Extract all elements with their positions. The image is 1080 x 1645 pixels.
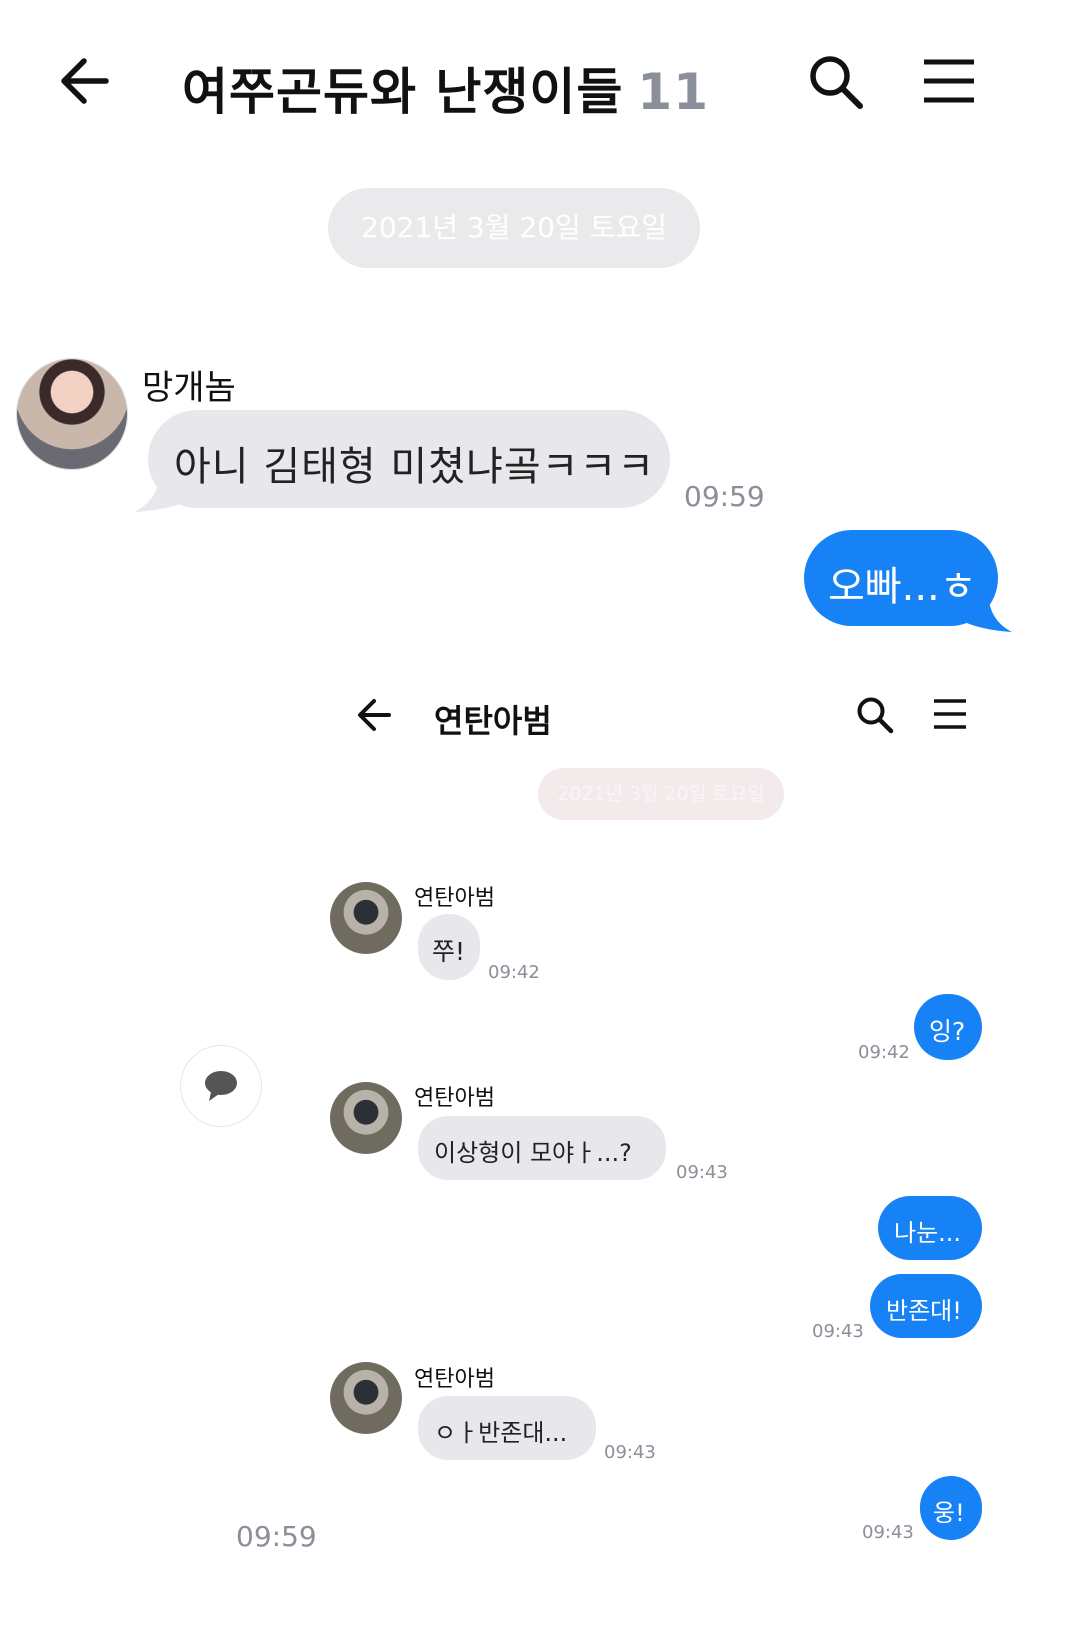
message-text: 아니 김태형 미쳤냐곸ㅋㅋㅋ xyxy=(174,444,656,490)
avatar xyxy=(330,1082,402,1154)
message-text: 반존대! xyxy=(886,1297,962,1325)
message-bubble: 이상형이 모야ㅏ...? xyxy=(418,1116,666,1180)
message-bubble[interactable]: 아니 김태형 미쳤냐곸ㅋㅋㅋ xyxy=(148,410,670,508)
sender-name: 연탄아범 xyxy=(414,1086,495,1111)
message-bubble: 반존대! xyxy=(870,1274,982,1338)
date-divider: 2021년 3월 20일 토요일 xyxy=(328,188,700,268)
message-text: 잉? xyxy=(929,1017,966,1046)
embedded-menu-icon xyxy=(932,698,968,730)
avatar xyxy=(330,1362,402,1434)
embedded-back-arrow-icon xyxy=(356,698,392,732)
search-icon[interactable] xyxy=(808,54,864,110)
message-bubble: 잉? xyxy=(914,994,982,1060)
message-bubble: ㅇㅏ반존대... xyxy=(418,1396,596,1460)
message-text: 나눈... xyxy=(894,1219,962,1247)
sender-name: 연탄아범 xyxy=(414,886,495,911)
avatar[interactable] xyxy=(16,358,128,470)
embedded-search-icon xyxy=(856,696,894,734)
message-bubble: 쭈! xyxy=(418,914,480,980)
message-time: 09:42 xyxy=(858,1042,910,1063)
message-bubble: 나눈... xyxy=(878,1196,982,1260)
message-time: 09:59 xyxy=(684,480,765,513)
sender-name: 망개놈 xyxy=(142,368,236,408)
embedded-date-divider: 2021년 3월 20일 토요일 xyxy=(538,768,784,820)
back-arrow-icon[interactable] xyxy=(58,56,110,106)
message-time: 09:43 xyxy=(604,1442,656,1463)
chat-name: 여쭈곤듀와 난쟁이들 xyxy=(182,63,624,121)
message-time: 09:43 xyxy=(676,1162,728,1183)
message-text: 이상형이 모야ㅏ...? xyxy=(434,1139,632,1167)
message-time: 09:59 xyxy=(236,1520,317,1553)
embedded-chat-title: 연탄아범 xyxy=(434,702,552,740)
message-text: 웅! xyxy=(933,1499,965,1527)
floating-chat-button[interactable] xyxy=(180,1045,262,1127)
chat-bubble-icon xyxy=(203,1068,239,1104)
message-text: 오빠...ㅎ xyxy=(828,564,977,610)
message-time: 09:43 xyxy=(812,1321,864,1342)
chat-title: 여쭈곤듀와 난쟁이들 11 xyxy=(182,52,709,124)
menu-icon[interactable] xyxy=(922,58,976,104)
message-text: ㅇㅏ반존대... xyxy=(434,1419,568,1447)
message-text: 쭈! xyxy=(432,937,466,966)
message-bubble[interactable]: 오빠...ㅎ xyxy=(804,530,998,626)
member-count: 11 xyxy=(637,63,710,121)
message-bubble: 웅! xyxy=(920,1476,982,1540)
avatar xyxy=(330,882,402,954)
message-time: 09:43 xyxy=(862,1522,914,1543)
message-time: 09:42 xyxy=(488,962,540,983)
sender-name: 연탄아범 xyxy=(414,1367,495,1392)
